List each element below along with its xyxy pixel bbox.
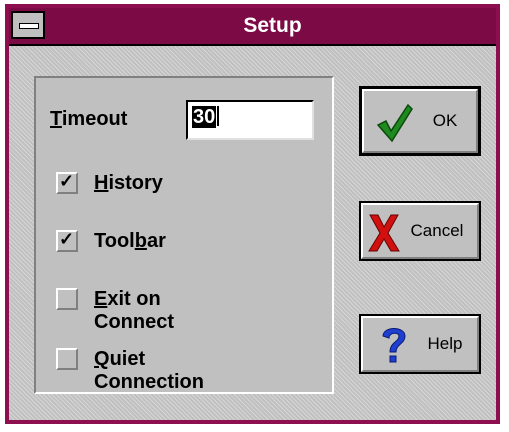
ok-button-label: OK <box>432 111 458 130</box>
exit-on-connect-label: Exit on Connect <box>94 288 174 333</box>
quiet-connection-checkbox[interactable] <box>56 348 78 370</box>
ok-button-face: OK <box>362 89 478 153</box>
system-menu-icon <box>19 23 39 29</box>
cancel-button-face: Cancel <box>361 203 479 259</box>
checkmark-glyph: ✓ <box>59 171 75 191</box>
dialog-body: Timeout 30 ✓ History ✓ Toolbar Exit on C… <box>9 46 496 420</box>
toolbar-label: Toolbar <box>94 230 166 252</box>
cancel-button[interactable]: Cancel <box>359 201 481 261</box>
cancel-button-label: Cancel <box>410 221 464 240</box>
window-title: Setup <box>243 14 302 37</box>
toolbar-checkbox[interactable]: ✓ <box>56 229 78 252</box>
help-button[interactable]: Help <box>359 314 481 374</box>
options-group: Timeout 30 ✓ History ✓ Toolbar Exit on C… <box>34 76 334 394</box>
setup-dialog: Setup Timeout 30 ✓ History ✓ Toolbar Exi… <box>5 4 500 424</box>
x-icon <box>368 214 400 252</box>
ok-button[interactable]: OK <box>359 86 481 156</box>
system-menu-button[interactable] <box>11 11 45 39</box>
help-button-label: Help <box>427 334 463 353</box>
checkmark-glyph: ✓ <box>59 229 75 249</box>
quiet-connection-label: Quiet Connection <box>94 348 204 393</box>
help-button-face: Help <box>361 316 479 372</box>
timeout-input[interactable]: 30 <box>186 100 314 140</box>
title-bar: Setup <box>9 8 496 46</box>
exit-on-connect-checkbox[interactable] <box>56 288 78 310</box>
timeout-label: Timeout <box>50 108 128 130</box>
history-label: History <box>94 172 163 194</box>
checkmark-icon <box>376 103 413 143</box>
question-icon <box>382 328 406 363</box>
history-checkbox[interactable]: ✓ <box>56 171 78 194</box>
